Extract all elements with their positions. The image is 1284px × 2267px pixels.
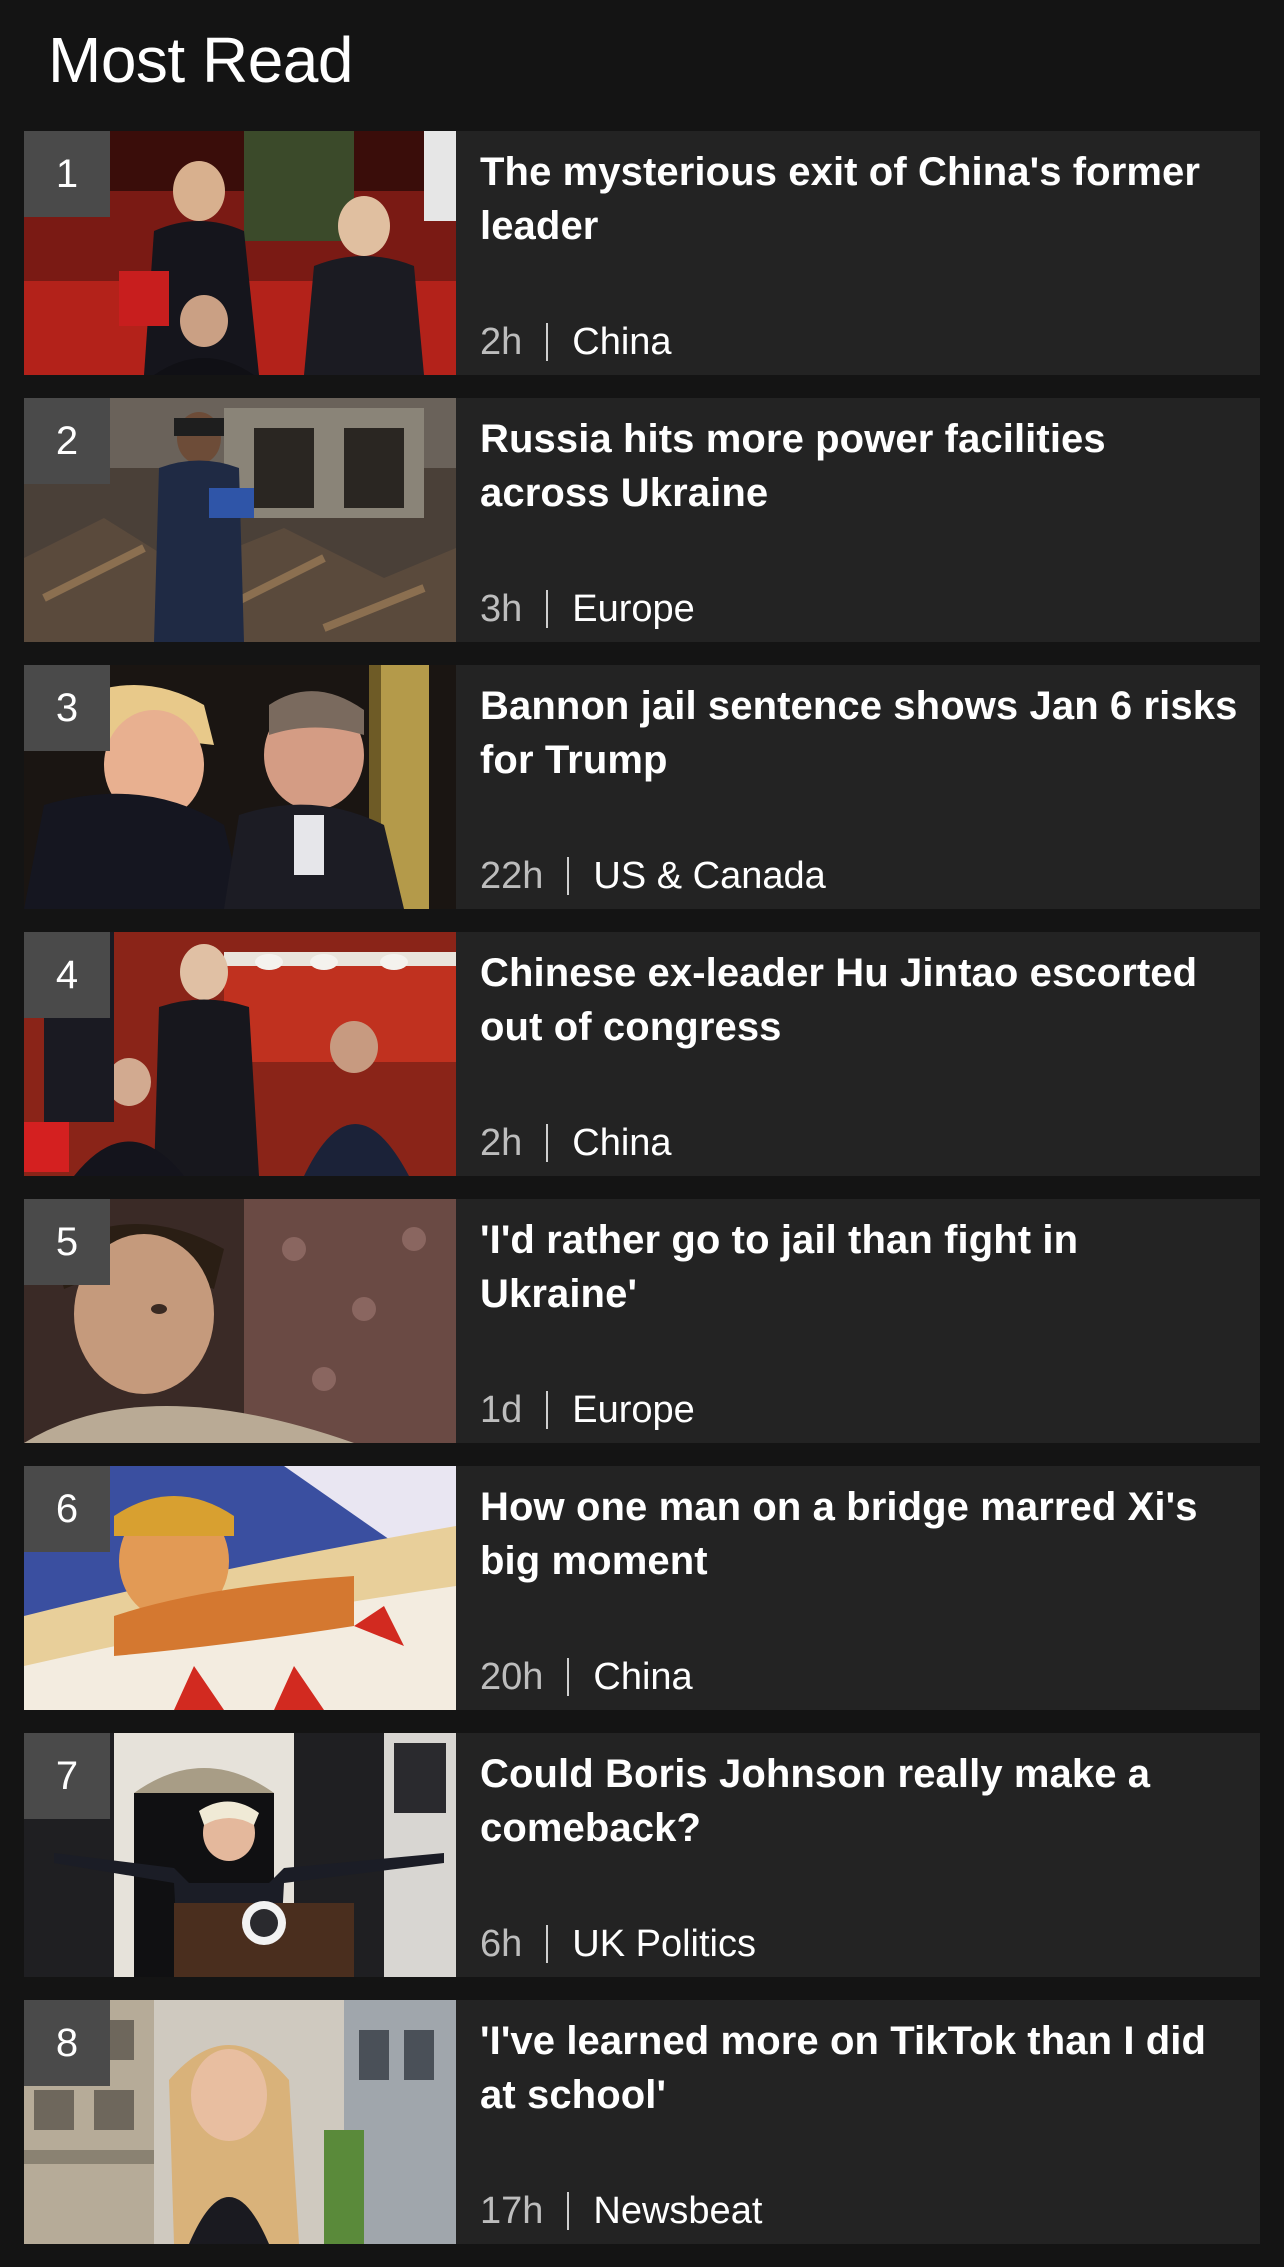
article-age: 6h [480, 1923, 523, 1965]
article-meta: 20h China [480, 1650, 693, 1704]
meta-divider [546, 590, 549, 628]
article-topic-link[interactable]: China [593, 1650, 692, 1704]
list-item[interactable]: 7 Could Boris Johnson really make a come… [24, 1733, 1260, 1977]
meta-divider [546, 1124, 549, 1162]
article-meta: 6h UK Politics [480, 1917, 756, 1971]
article-text: Russia hits more power facilities across… [480, 412, 1240, 632]
rank-badge: 2 [24, 398, 110, 484]
article-headline[interactable]: 'I'd rather go to jail than fight in Ukr… [480, 1213, 1240, 1321]
article-meta: 22h US & Canada [480, 849, 826, 903]
rank-badge: 5 [24, 1199, 110, 1285]
list-item[interactable]: 8 'I've learned more on TikTok than I di… [24, 2000, 1260, 2244]
list-item[interactable]: 2 Russia hits more power facilities acro… [24, 398, 1260, 642]
article-age: 2h [480, 321, 523, 363]
list-item[interactable]: 3 Bannon jail sentence shows Jan 6 risks… [24, 665, 1260, 909]
rank-badge: 6 [24, 1466, 110, 1552]
article-text: How one man on a bridge marred Xi's big … [480, 1480, 1240, 1700]
article-meta: 2h China [480, 1116, 672, 1170]
article-headline[interactable]: How one man on a bridge marred Xi's big … [480, 1480, 1240, 1588]
article-topic-link[interactable]: Europe [572, 582, 695, 636]
rank-badge: 7 [24, 1733, 110, 1819]
article-meta: 1d Europe [480, 1383, 695, 1437]
article-age: 1d [480, 1389, 523, 1431]
article-meta: 3h Europe [480, 582, 695, 636]
article-headline[interactable]: Russia hits more power facilities across… [480, 412, 1240, 520]
article-topic-link[interactable]: China [572, 1116, 671, 1170]
article-age: 20h [480, 1656, 544, 1698]
article-topic-link[interactable]: China [572, 315, 671, 369]
article-meta: 17h Newsbeat [480, 2184, 762, 2238]
article-text: 'I'd rather go to jail than fight in Ukr… [480, 1213, 1240, 1433]
article-text: Bannon jail sentence shows Jan 6 risks f… [480, 679, 1240, 899]
article-topic-link[interactable]: Europe [572, 1383, 695, 1437]
most-read-list: 1 The mysterious exit of China's former … [24, 131, 1260, 2267]
most-read-page: Most Read 1 The mysterious exit of China… [0, 0, 1284, 2256]
article-headline[interactable]: Bannon jail sentence shows Jan 6 risks f… [480, 679, 1240, 787]
meta-divider [567, 1658, 570, 1696]
article-age: 3h [480, 588, 523, 630]
rank-badge: 1 [24, 131, 110, 217]
meta-divider [567, 857, 570, 895]
article-text: 'I've learned more on TikTok than I did … [480, 2014, 1240, 2234]
article-age: 2h [480, 1122, 523, 1164]
list-item[interactable]: 1 The mysterious exit of China's former … [24, 131, 1260, 375]
article-text: Chinese ex-leader Hu Jintao escorted out… [480, 946, 1240, 1166]
meta-divider [546, 1925, 549, 1963]
list-item[interactable]: 6 How one man on a bridge marred Xi's bi… [24, 1466, 1260, 1710]
section-title: Most Read [48, 24, 353, 96]
article-age: 22h [480, 855, 544, 897]
article-text: Could Boris Johnson really make a comeba… [480, 1747, 1240, 1967]
article-topic-link[interactable]: US & Canada [593, 849, 825, 903]
article-headline[interactable]: Could Boris Johnson really make a comeba… [480, 1747, 1240, 1855]
article-text: The mysterious exit of China's former le… [480, 145, 1240, 365]
meta-divider [546, 1391, 549, 1429]
meta-divider [567, 2192, 570, 2230]
rank-badge: 4 [24, 932, 110, 1018]
list-item[interactable]: 4 Chinese ex-leader Hu Jintao escorted o… [24, 932, 1260, 1176]
article-headline[interactable]: The mysterious exit of China's former le… [480, 145, 1240, 253]
article-meta: 2h China [480, 315, 672, 369]
article-topic-link[interactable]: Newsbeat [593, 2184, 762, 2238]
article-topic-link[interactable]: UK Politics [572, 1917, 756, 1971]
list-item[interactable]: 5 'I'd rather go to jail than fight in U… [24, 1199, 1260, 1443]
article-headline[interactable]: 'I've learned more on TikTok than I did … [480, 2014, 1240, 2122]
rank-badge: 8 [24, 2000, 110, 2086]
article-age: 17h [480, 2190, 544, 2232]
rank-badge: 3 [24, 665, 110, 751]
meta-divider [546, 323, 549, 361]
article-headline[interactable]: Chinese ex-leader Hu Jintao escorted out… [480, 946, 1240, 1054]
